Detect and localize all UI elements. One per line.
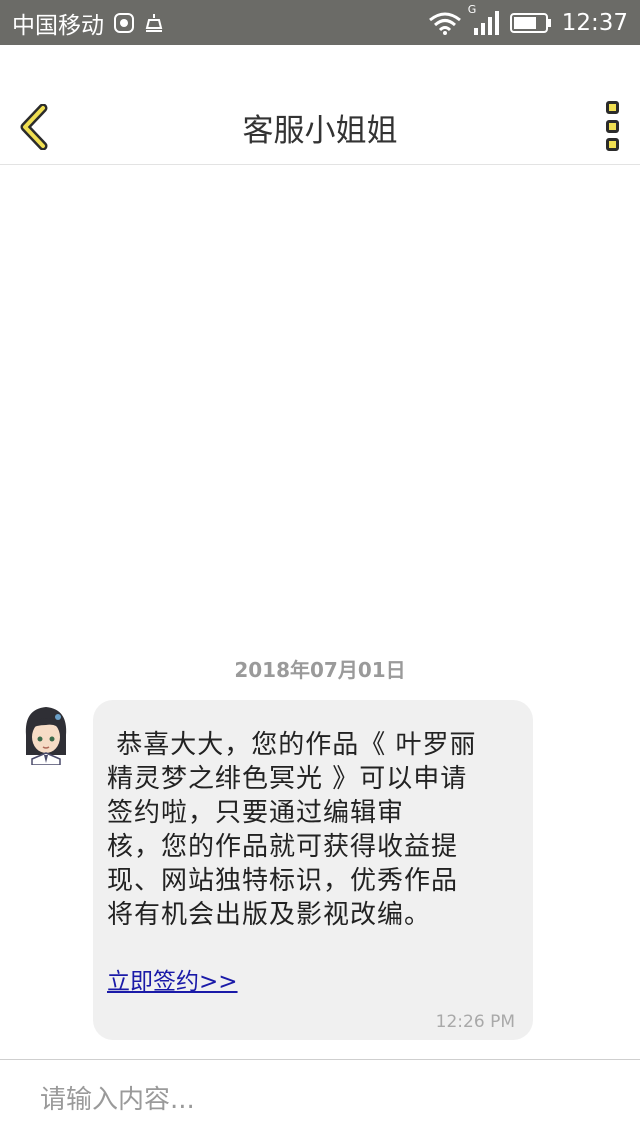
notification-icon bbox=[144, 12, 164, 34]
clock-label: 12:37 bbox=[561, 9, 628, 36]
agent-avatar[interactable] bbox=[22, 703, 70, 766]
more-menu-button[interactable] bbox=[602, 101, 622, 151]
message-timestamp: 12:26 PM bbox=[435, 1012, 515, 1032]
more-dot-icon bbox=[605, 138, 619, 151]
more-dot-icon bbox=[605, 119, 619, 133]
wifi-icon bbox=[428, 11, 462, 35]
status-left: 中国移动 bbox=[12, 6, 164, 40]
message-input[interactable] bbox=[0, 1060, 640, 1138]
date-divider: 2018年07月01日 bbox=[234, 658, 406, 682]
page-title: 客服小姐姐 bbox=[242, 113, 398, 149]
status-bar: 中国移动 G 12:37 bbox=[0, 0, 640, 45]
avatar-icon bbox=[25, 707, 67, 766]
status-right: G 12:37 bbox=[428, 3, 628, 36]
huawei-icon bbox=[114, 12, 134, 33]
carrier-label: 中国移动 bbox=[12, 12, 104, 39]
more-dot-icon bbox=[605, 101, 619, 114]
message-bubble[interactable]: 恭喜大大，您的作品《 叶罗丽 精灵梦之绯色冥光 》可以申请 签约啦，只要通过编辑… bbox=[93, 700, 533, 1040]
network-type-label: G bbox=[467, 2, 477, 16]
battery-icon bbox=[509, 12, 552, 34]
sign-contract-link[interactable]: 立即签约>> bbox=[107, 962, 238, 996]
signal-icon: G bbox=[468, 3, 500, 35]
app-header: 客服小姐姐 bbox=[0, 45, 640, 165]
input-bar bbox=[0, 1059, 640, 1138]
chat-area[interactable]: 2018年07月01日 恭喜大大，您的作品《 叶罗丽 精灵梦之绯色冥光 》可以申… bbox=[0, 166, 640, 1058]
chat-screen: 中国移动 G 12:37 客服小姐姐 2018年07月01日 恭喜大大，您的作品… bbox=[0, 0, 640, 1138]
message-text: 恭喜大大，您的作品《 叶罗丽 精灵梦之绯色冥光 》可以申请 签约啦，只要通过编辑… bbox=[107, 730, 477, 930]
